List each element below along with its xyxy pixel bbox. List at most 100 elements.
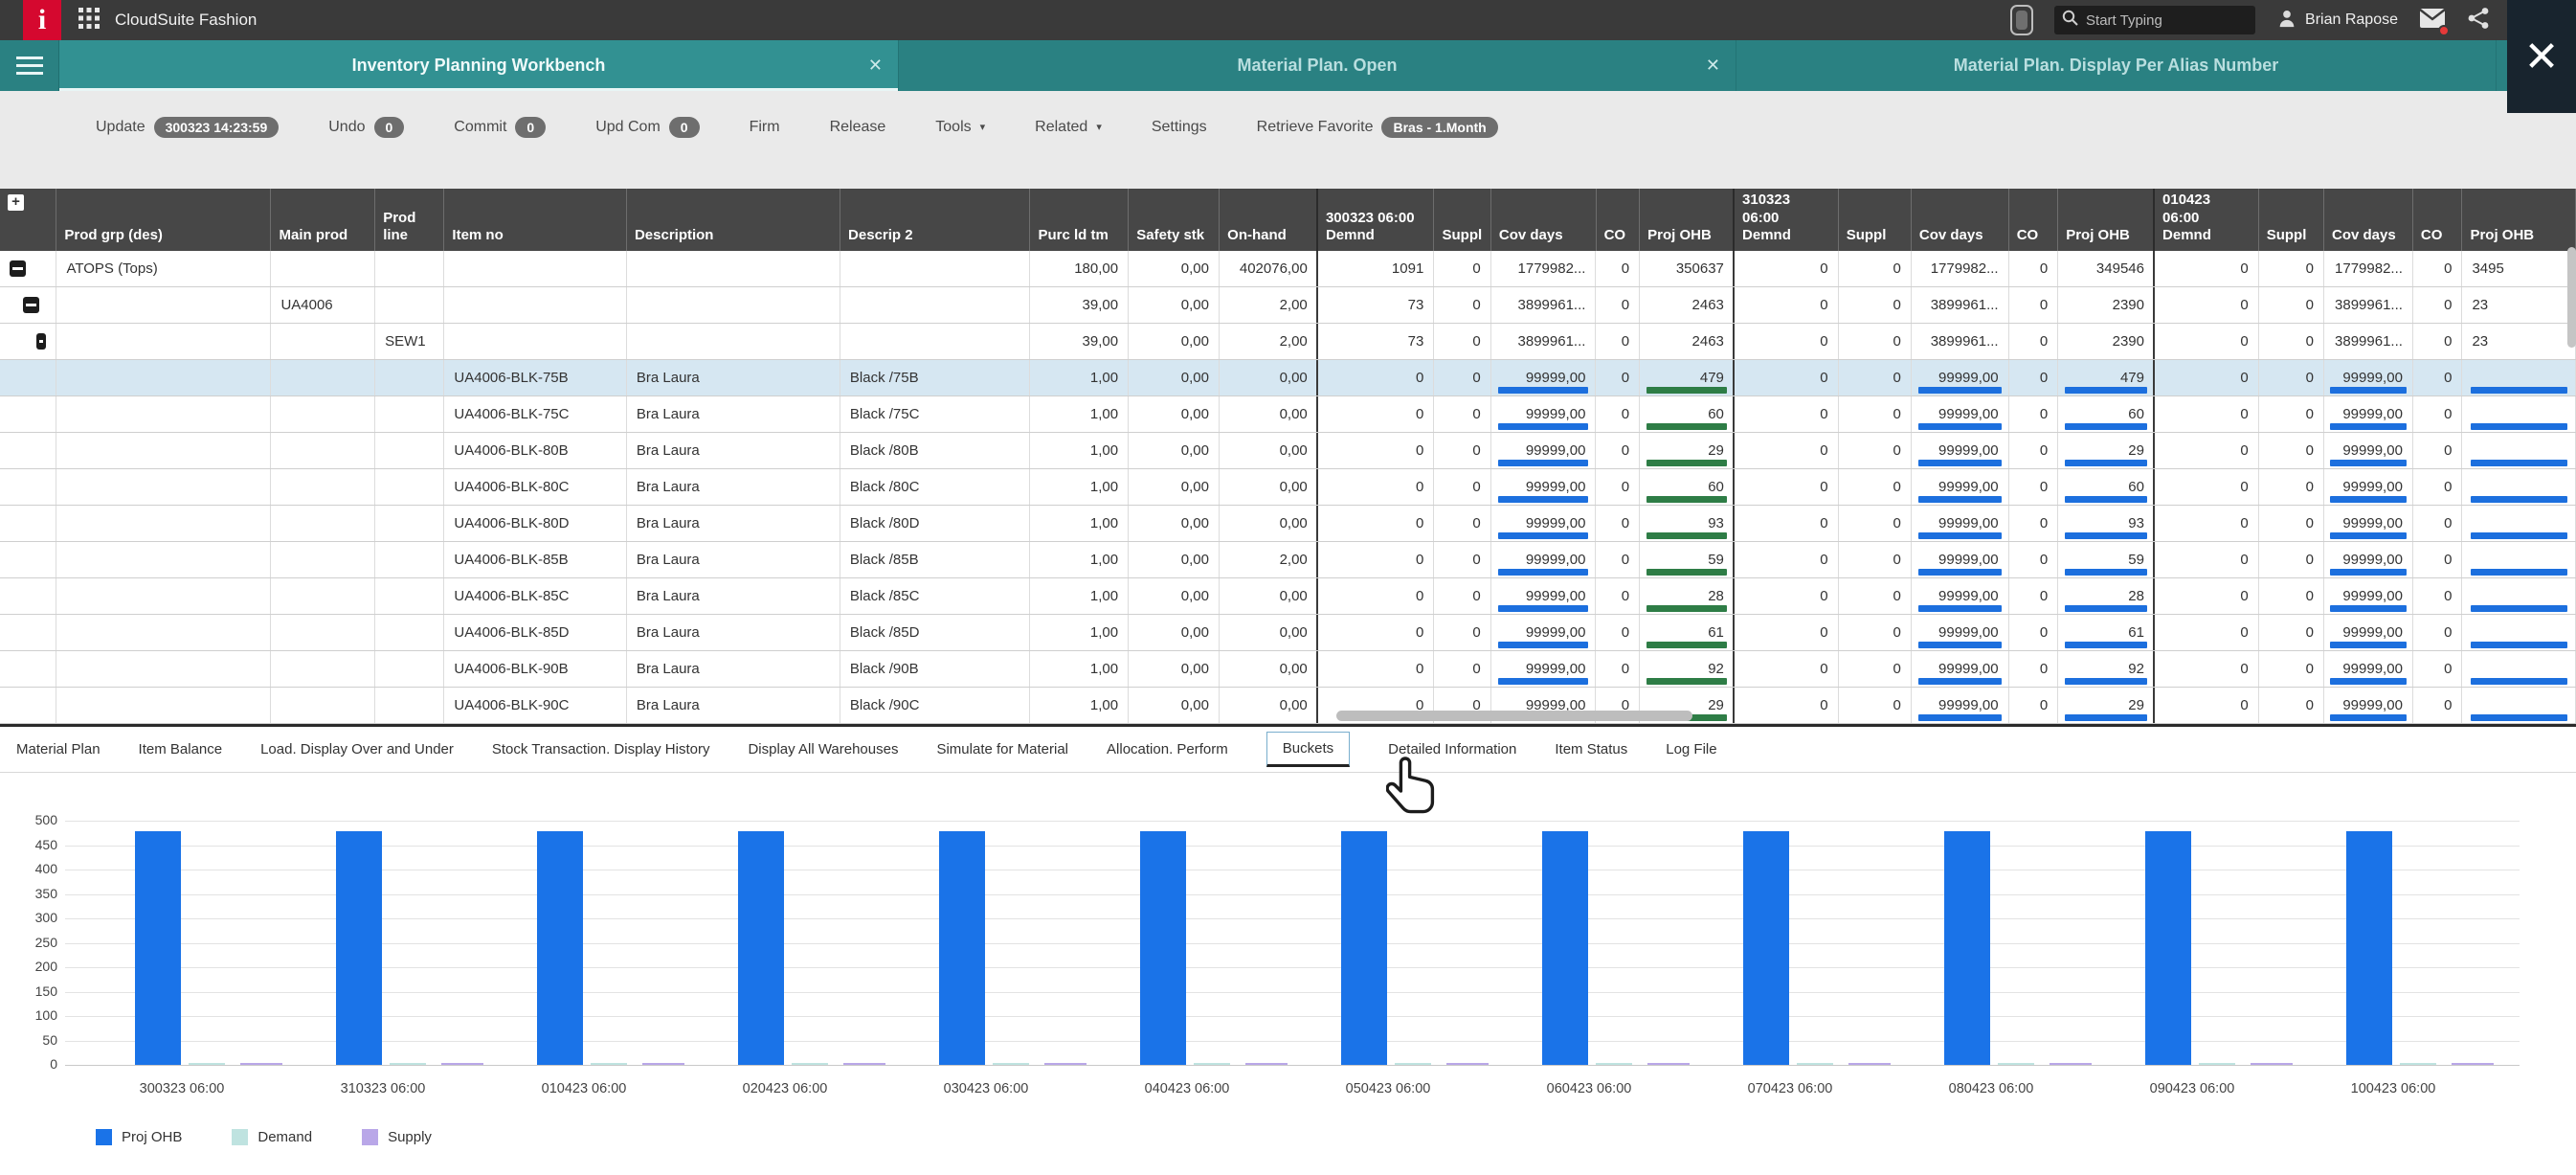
link-load-display-over-and-under[interactable]: Load. Display Over and Under [260,741,454,757]
cell-bucket2-demnd[interactable]: 0 [1733,651,1839,687]
cell-bucket3-suppl[interactable]: 0 [2259,324,2324,359]
bar-demand[interactable] [1194,1063,1230,1065]
grid-header-main-prod[interactable]: Main prod [271,189,375,251]
cell-bucket2-co[interactable]: 0 [2009,287,2059,323]
legend-item-supply[interactable]: Supply [362,1129,432,1145]
cell-item-no[interactable] [444,251,627,286]
cell-bucket1-suppl[interactable]: 0 [1434,506,1490,541]
cell-bucket3-suppl[interactable]: 0 [2259,688,2324,723]
cell-bucket2-proj-ohb[interactable]: 59 [2058,542,2155,577]
cell-bucket2-co[interactable]: 0 [2009,615,2059,650]
cell-purc-ld-tm[interactable]: 1,00 [1030,433,1129,468]
cell-bucket2-proj-ohb[interactable]: 93 [2058,506,2155,541]
cell-item-no[interactable]: UA4006-BLK-90B [444,651,627,687]
cell-main-prod[interactable] [271,615,375,650]
cell-bucket2-proj-ohb[interactable]: 60 [2058,396,2155,432]
cell-bucket2-co[interactable]: 0 [2009,360,2059,395]
cell-descrip-2[interactable]: Black /85B [840,542,1030,577]
cell-bucket1-demnd[interactable]: 0 [1316,433,1435,468]
cell-bucket3-co[interactable]: 0 [2413,578,2463,614]
collapse-icon[interactable] [10,260,26,277]
cell-prod-line[interactable] [375,469,444,505]
link-material-plan[interactable]: Material Plan [16,741,101,757]
cell-bucket3-proj-ohb[interactable] [2462,396,2576,432]
cell-descrip-2[interactable]: Black /85C [840,578,1030,614]
bar-demand[interactable] [1797,1063,1833,1065]
cell-purc-ld-tm[interactable]: 39,00 [1030,324,1129,359]
cell-bucket2-cov-days[interactable]: 99999,00 [1912,651,2009,687]
grid-header-bucket3-cov-days[interactable]: Cov days [2324,189,2413,251]
cell-purc-ld-tm[interactable]: 1,00 [1030,615,1129,650]
cell-bucket1-cov-days[interactable]: 99999,00 [1491,615,1597,650]
bar-supply[interactable] [2050,1063,2092,1065]
bar-proj-ohb[interactable] [2145,831,2191,1065]
grid-header-bucket2-suppl[interactable]: Suppl [1839,189,1912,251]
cell-prod-grp-des-[interactable]: ATOPS (Tops) [56,251,271,286]
grid-header-bucket2-co[interactable]: CO [2009,189,2059,251]
cell-bucket2-suppl[interactable]: 0 [1839,651,1912,687]
cell-bucket3-demnd[interactable]: 0 [2153,615,2259,650]
cell-descrip-2[interactable] [840,324,1030,359]
bar-proj-ohb[interactable] [1944,831,1990,1065]
link-allocation-perform[interactable]: Allocation. Perform [1107,741,1228,757]
cell-purc-ld-tm[interactable]: 39,00 [1030,287,1129,323]
cell-bucket1-co[interactable]: 0 [1596,360,1640,395]
cell-item-no[interactable]: UA4006-BLK-80B [444,433,627,468]
cell-bucket1-suppl[interactable]: 0 [1434,578,1490,614]
cell-bucket3-proj-ohb[interactable] [2462,360,2576,395]
cell-on-hand[interactable]: 0,00 [1220,578,1318,614]
bar-demand[interactable] [189,1063,225,1065]
expand-all-icon[interactable]: + [8,194,24,211]
cell-descrip-2[interactable]: Black /75C [840,396,1030,432]
cell-prod-line[interactable] [375,360,444,395]
cell-main-prod[interactable] [271,433,375,468]
cell-description[interactable]: Bra Laura [627,542,840,577]
cell-bucket2-suppl[interactable]: 0 [1839,287,1912,323]
cell-bucket2-cov-days[interactable]: 99999,00 [1912,688,2009,723]
link-simulate-for-material[interactable]: Simulate for Material [936,741,1068,757]
cell-prod-grp-des-[interactable] [56,506,271,541]
cell-prod-line[interactable] [375,651,444,687]
cell-item-no[interactable]: UA4006-BLK-80D [444,506,627,541]
cell-bucket2-co[interactable]: 0 [2009,251,2059,286]
cell-bucket2-cov-days[interactable]: 99999,00 [1912,542,2009,577]
cell-prod-grp-des-[interactable] [56,542,271,577]
collapse-icon[interactable] [23,297,39,313]
cell-main-prod[interactable] [271,360,375,395]
cell-bucket3-proj-ohb[interactable]: 23 [2462,287,2576,323]
cell-bucket3-demnd[interactable]: 0 [2153,506,2259,541]
link-stock-transaction-display-history[interactable]: Stock Transaction. Display History [492,741,710,757]
cell-item-no[interactable]: UA4006-BLK-85B [444,542,627,577]
link-buckets[interactable]: Buckets [1266,732,1350,767]
cell-bucket3-proj-ohb[interactable] [2462,542,2576,577]
toolbar-update-button[interactable]: Update300323 14:23:59 [96,117,279,138]
cell-bucket3-co[interactable]: 0 [2413,287,2463,323]
grid-row-ua4006-blk-90c[interactable]: UA4006-BLK-90CBra LauraBlack /90C1,000,0… [0,688,2576,724]
cell-bucket2-suppl[interactable]: 0 [1839,615,1912,650]
cell-on-hand[interactable]: 0,00 [1220,360,1318,395]
cell-bucket3-demnd[interactable]: 0 [2153,396,2259,432]
cell-bucket2-cov-days[interactable]: 3899961... [1912,324,2009,359]
cell-bucket3-suppl[interactable]: 0 [2259,578,2324,614]
cell-safety-stk[interactable]: 0,00 [1129,433,1220,468]
cell-bucket1-cov-days[interactable]: 99999,00 [1491,578,1597,614]
cell-bucket1-proj-ohb[interactable]: 2463 [1640,287,1735,323]
cell-bucket2-proj-ohb[interactable]: 29 [2058,688,2155,723]
search-box[interactable] [2054,6,2255,34]
cell-description[interactable]: Bra Laura [627,651,840,687]
grid-header-expand-all[interactable]: + [0,189,56,251]
cell-bucket1-proj-ohb[interactable]: 479 [1640,360,1735,395]
cell-bucket1-proj-ohb[interactable]: 350637 [1640,251,1735,286]
cell-descrip-2[interactable]: Black /90C [840,688,1030,723]
cell-on-hand[interactable]: 2,00 [1220,324,1318,359]
cell-bucket2-co[interactable]: 0 [2009,506,2059,541]
cell-bucket2-demnd[interactable]: 0 [1733,506,1839,541]
cell-descrip-2[interactable]: Black /85D [840,615,1030,650]
cell-bucket3-cov-days[interactable]: 99999,00 [2324,360,2413,395]
cell-bucket1-proj-ohb[interactable]: 92 [1640,651,1735,687]
cell-prod-line[interactable]: SEW1 [375,324,444,359]
collapse-icon[interactable] [36,333,46,350]
legend-item-demand[interactable]: Demand [232,1129,312,1145]
device-icon[interactable] [2010,5,2033,35]
grid-row-ua4006-blk-80d[interactable]: UA4006-BLK-80DBra LauraBlack /80D1,000,0… [0,506,2576,542]
